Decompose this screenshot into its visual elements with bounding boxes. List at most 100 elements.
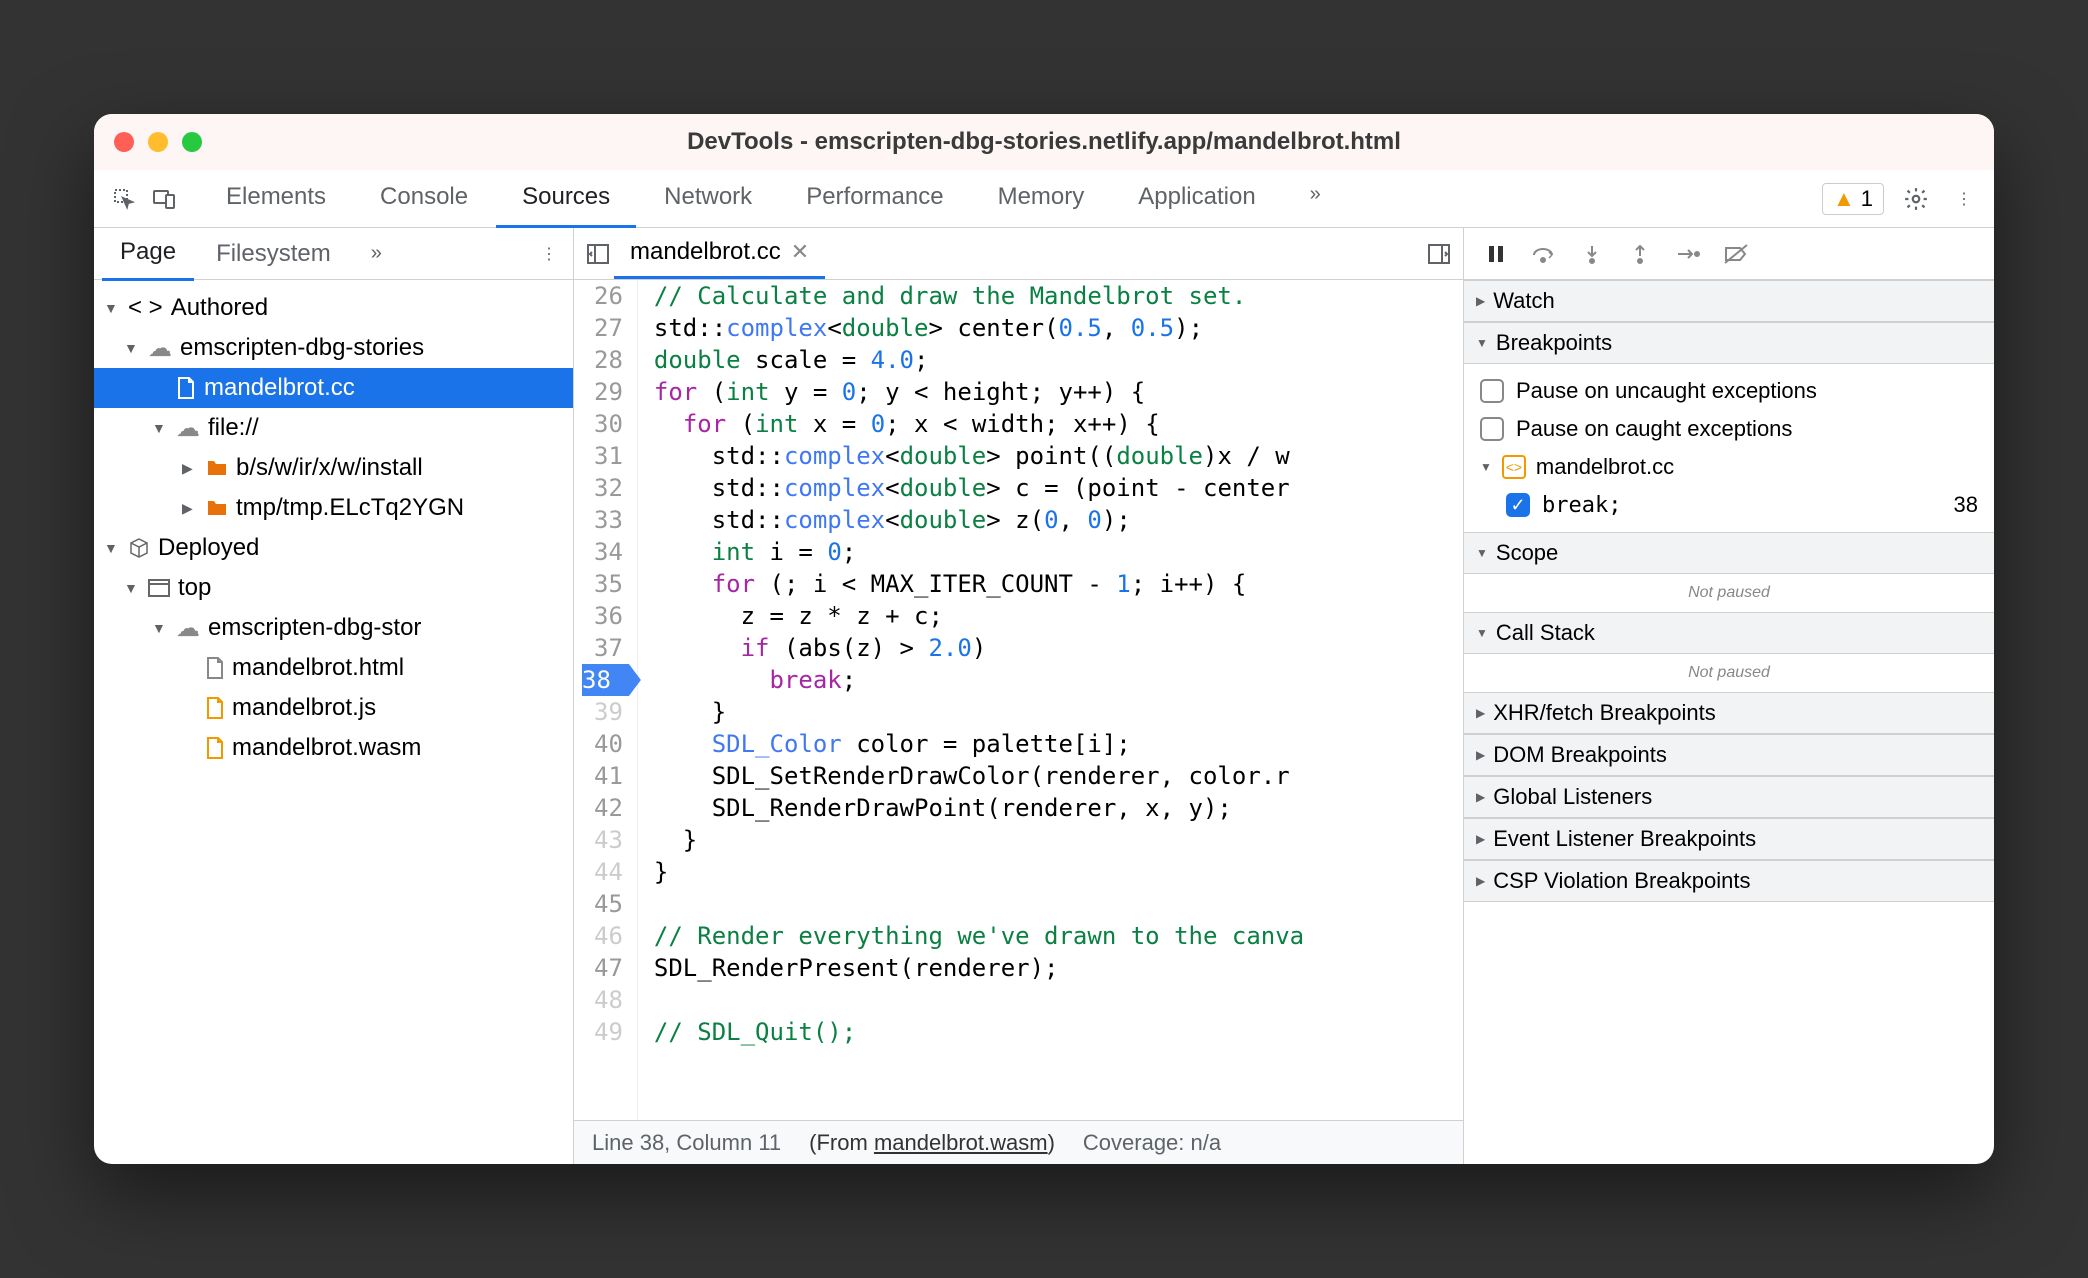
scope-section[interactable]: ▼ Scope (1464, 532, 1994, 574)
code-line[interactable] (654, 984, 1463, 1016)
tab-sources[interactable]: Sources (496, 169, 636, 228)
gutter-line[interactable]: 35 (582, 568, 623, 600)
code-line[interactable]: for (int y = 0; y < height; y++) { (654, 376, 1463, 408)
more-tabs-icon[interactable]: » (1284, 169, 1347, 228)
toggle-debugger-icon[interactable] (1423, 238, 1455, 270)
code-line[interactable]: SDL_SetRenderDrawColor(renderer, color.r (654, 760, 1463, 792)
gutter-line[interactable]: 49 (582, 1016, 623, 1048)
code-line[interactable] (654, 888, 1463, 920)
gutter-line[interactable]: 31 (582, 440, 623, 472)
breakpoints-section[interactable]: ▼ Breakpoints (1464, 322, 1994, 364)
gutter-line[interactable]: 32 (582, 472, 623, 504)
step-into-icon[interactable] (1578, 240, 1606, 268)
tree-file-js[interactable]: mandelbrot.js (94, 688, 573, 728)
event-listener-breakpoints-section[interactable]: ▶ Event Listener Breakpoints (1464, 818, 1994, 860)
checkbox-unchecked-icon[interactable] (1480, 417, 1504, 441)
tree-domain-deployed[interactable]: ▼ ☁ emscripten-dbg-stor (94, 608, 573, 648)
tab-application[interactable]: Application (1112, 169, 1281, 228)
more-menu-icon[interactable]: ⋮ (1948, 183, 1980, 215)
code-line[interactable]: // Render everything we've drawn to the … (654, 920, 1463, 952)
gutter-line[interactable]: 40 (582, 728, 623, 760)
tree-file-wasm[interactable]: mandelbrot.wasm (94, 728, 573, 768)
dom-breakpoints-section[interactable]: ▶ DOM Breakpoints (1464, 734, 1994, 776)
tree-folder-install[interactable]: ▶ b/s/w/ir/x/w/install (94, 448, 573, 488)
minimize-window-button[interactable] (148, 132, 168, 152)
code-line[interactable]: SDL_Color color = palette[i]; (654, 728, 1463, 760)
watch-section[interactable]: ▶ Watch (1464, 280, 1994, 322)
gutter-line[interactable]: 30 (582, 408, 623, 440)
code-editor[interactable]: 2627282930313233343536373839404142434445… (574, 280, 1463, 1120)
navigator-more-tabs-icon[interactable]: » (353, 230, 400, 277)
tree-deployed[interactable]: ▼ Deployed (94, 528, 573, 568)
navigator-tab-filesystem[interactable]: Filesystem (198, 228, 349, 280)
code-line[interactable]: // SDL_Quit(); (654, 1016, 1463, 1048)
gutter-line[interactable]: 26 (582, 280, 623, 312)
editor-tab-mandelbrot[interactable]: mandelbrot.cc ✕ (614, 228, 825, 279)
code-line[interactable]: std::complex<double> center(0.5, 0.5); (654, 312, 1463, 344)
step-over-icon[interactable] (1530, 240, 1558, 268)
csp-breakpoints-section[interactable]: ▶ CSP Violation Breakpoints (1464, 860, 1994, 902)
navigator-more-icon[interactable]: ⋮ (533, 238, 565, 270)
code-line[interactable]: for (int x = 0; x < width; x++) { (654, 408, 1463, 440)
checkbox-unchecked-icon[interactable] (1480, 379, 1504, 403)
pause-caught-row[interactable]: Pause on caught exceptions (1476, 410, 1982, 448)
pause-uncaught-row[interactable]: Pause on uncaught exceptions (1476, 372, 1982, 410)
tree-authored[interactable]: ▼ < > Authored (94, 288, 573, 328)
gutter-line[interactable]: 33 (582, 504, 623, 536)
gutter-line[interactable]: 46 (582, 920, 623, 952)
close-tab-icon[interactable]: ✕ (791, 239, 809, 265)
gutter-line[interactable]: 47 (582, 952, 623, 984)
code-line[interactable]: for (; i < MAX_ITER_COUNT - 1; i++) { (654, 568, 1463, 600)
gutter-line[interactable]: 36 (582, 600, 623, 632)
gutter-line[interactable]: 38 (582, 664, 641, 696)
close-window-button[interactable] (114, 132, 134, 152)
gutter[interactable]: 2627282930313233343536373839404142434445… (574, 280, 638, 1120)
gutter-line[interactable]: 28 (582, 344, 623, 376)
global-listeners-section[interactable]: ▶ Global Listeners (1464, 776, 1994, 818)
code-line[interactable]: SDL_RenderPresent(renderer); (654, 952, 1463, 984)
step-icon[interactable] (1674, 240, 1702, 268)
code-line[interactable]: double scale = 4.0; (654, 344, 1463, 376)
code-line[interactable]: z = z * z + c; (654, 600, 1463, 632)
code-line[interactable]: } (654, 856, 1463, 888)
settings-icon[interactable] (1900, 183, 1932, 215)
gutter-line[interactable]: 41 (582, 760, 623, 792)
tree-top[interactable]: ▼ top (94, 568, 573, 608)
tab-memory[interactable]: Memory (972, 169, 1111, 228)
gutter-line[interactable]: 39 (582, 696, 623, 728)
tree-file-scheme[interactable]: ▼ ☁ file:// (94, 408, 573, 448)
gutter-line[interactable]: 48 (582, 984, 623, 1016)
code-content[interactable]: // Calculate and draw the Mandelbrot set… (638, 280, 1463, 1120)
toggle-navigator-icon[interactable] (582, 238, 614, 270)
maximize-window-button[interactable] (182, 132, 202, 152)
code-line[interactable]: if (abs(z) > 2.0) (654, 632, 1463, 664)
pause-button[interactable] (1482, 240, 1510, 268)
tree-domain[interactable]: ▼ ☁ emscripten-dbg-stories (94, 328, 573, 368)
tree-file-mandelbrot-cc[interactable]: mandelbrot.cc (94, 368, 573, 408)
gutter-line[interactable]: 37 (582, 632, 623, 664)
step-out-icon[interactable] (1626, 240, 1654, 268)
tab-performance[interactable]: Performance (780, 169, 969, 228)
tree-folder-tmp[interactable]: ▶ tmp/tmp.ELcTq2YGN (94, 488, 573, 528)
gutter-line[interactable]: 27 (582, 312, 623, 344)
gutter-line[interactable]: 45 (582, 888, 623, 920)
breakpoint-line-row[interactable]: ✓ break; 38 (1476, 486, 1982, 524)
warnings-badge[interactable]: ▲ 1 (1822, 183, 1884, 215)
gutter-line[interactable]: 34 (582, 536, 623, 568)
deactivate-breakpoints-icon[interactable] (1722, 240, 1750, 268)
code-line[interactable]: } (654, 824, 1463, 856)
xhr-breakpoints-section[interactable]: ▶ XHR/fetch Breakpoints (1464, 692, 1994, 734)
checkbox-checked-icon[interactable]: ✓ (1506, 493, 1530, 517)
code-line[interactable]: std::complex<double> point((double)x / w (654, 440, 1463, 472)
inspect-element-icon[interactable] (108, 183, 140, 215)
code-line[interactable]: break; (654, 664, 1463, 696)
gutter-line[interactable]: 42 (582, 792, 623, 824)
navigator-tab-page[interactable]: Page (102, 228, 194, 281)
callstack-section[interactable]: ▼ Call Stack (1464, 612, 1994, 654)
tab-elements[interactable]: Elements (200, 169, 352, 228)
code-line[interactable]: } (654, 696, 1463, 728)
code-line[interactable]: SDL_RenderDrawPoint(renderer, x, y); (654, 792, 1463, 824)
gutter-line[interactable]: 44 (582, 856, 623, 888)
gutter-line[interactable]: 29 (582, 376, 623, 408)
code-line[interactable]: std::complex<double> z(0, 0); (654, 504, 1463, 536)
